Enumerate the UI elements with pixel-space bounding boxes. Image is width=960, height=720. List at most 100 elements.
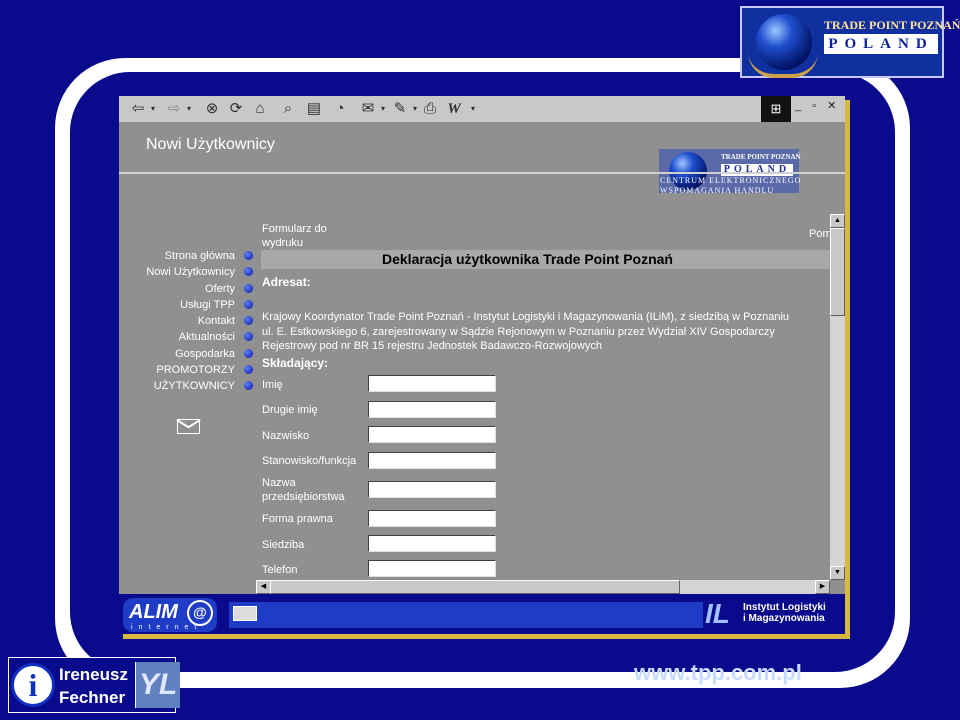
sidebar-item-label: UŻYTKOWNICY	[153, 380, 235, 393]
refresh-icon[interactable]: ⟳	[227, 100, 245, 118]
at-sign-icon: @	[187, 600, 213, 626]
field-label-nazwisko: Nazwisko	[262, 430, 310, 442]
header-logo-line1: TRADE POINT POZNAŃ	[721, 153, 801, 161]
bullet-icon	[244, 299, 253, 309]
page-header: Nowi Użytkownicy TRADE POINT POZNAŃ POLA…	[119, 122, 845, 193]
middle-name-input[interactable]	[368, 401, 496, 418]
address-line: ul. E. Estkowskiego 6, zarejestrowany w …	[262, 325, 775, 338]
scroll-right-icon[interactable]: ▶	[815, 580, 830, 594]
field-label-imie: Imię	[262, 379, 283, 391]
word-icon[interactable]: W	[445, 100, 463, 118]
header-subtitle-line1: CENTRUM ELEKTRONICZNEGO	[660, 176, 802, 185]
window-controls[interactable]: _ ▫ ✕	[795, 99, 840, 112]
envelope-icon[interactable]	[177, 419, 200, 434]
field-label-forma-prawna: Forma prawna	[262, 513, 333, 525]
bullet-icon	[244, 348, 253, 358]
position-input[interactable]	[368, 452, 496, 469]
back-dropdown-icon[interactable]: ▾	[149, 100, 157, 118]
sidebar-item-uslugi-tpp[interactable]: Usługi TPP	[119, 297, 253, 313]
sidebar-item-nowi-uzytkownicy[interactable]: Nowi Użytkownicy	[119, 264, 253, 280]
sidebar-item-kontakt[interactable]: Kontakt	[119, 313, 253, 329]
bullet-icon	[244, 251, 253, 260]
sidebar-item-aktualnosci[interactable]: Aktualności	[119, 329, 253, 345]
sidebar-item-label: Aktualności	[178, 331, 235, 344]
scroll-up-icon[interactable]: ▲	[830, 214, 845, 228]
edit-icon[interactable]: ✎	[391, 100, 409, 118]
horizontal-scroll-thumb[interactable]	[270, 580, 680, 594]
page-footer: ALIM @ internet IL Instytut Logistyki i …	[119, 594, 845, 634]
company-name-input[interactable]	[368, 481, 496, 498]
favorites-icon[interactable]: ▤	[305, 100, 323, 118]
browser-window: ⇦ ▾ ⇨ ▾ ⊗ ⟳ ⌂ ⌕ ▤ ◔ ✉ ▾ ✎ ▾ ⎙ W ▾ ⊞ _ ▫ …	[119, 96, 845, 634]
first-name-input[interactable]	[368, 375, 496, 392]
edit-dropdown-icon[interactable]: ▾	[411, 100, 419, 118]
word-dropdown-icon[interactable]: ▾	[469, 100, 477, 118]
header-subtitle-line2: WSPOMAGANIA HANDLU	[660, 186, 775, 195]
mail-icon[interactable]: ✉	[359, 100, 377, 118]
bullet-icon	[244, 381, 253, 391]
stop-icon[interactable]: ⊗	[203, 100, 221, 118]
field-label-telefon: Telefon	[262, 564, 298, 576]
sidebar-item-label: Usługi TPP	[180, 298, 235, 311]
header-logo-line2: POLAND	[721, 164, 793, 176]
print-icon[interactable]: ⎙	[421, 100, 439, 118]
sidebar-nav: Strona główna Nowi Użytkownicy Oferty Us…	[119, 248, 253, 395]
sidebar-item-uzytkownicy[interactable]: UŻYTKOWNICY	[119, 378, 253, 394]
ilim-line1: Instytut Logistyki	[743, 602, 826, 613]
sidebar-item-gospodarka[interactable]: Gospodarka	[119, 346, 253, 362]
ilim-logo[interactable]: IL Instytut Logistyki i Magazynowania	[703, 594, 845, 634]
field-label-line1: Nazwa	[262, 477, 296, 489]
back-icon[interactable]: ⇦	[129, 100, 147, 118]
browser-toolbar: ⇦ ▾ ⇨ ▾ ⊗ ⟳ ⌂ ⌕ ▤ ◔ ✉ ▾ ✎ ▾ ⎙ W ▾ ⊞ _ ▫ …	[119, 96, 845, 123]
header-divider	[119, 172, 845, 174]
forward-dropdown-icon[interactable]: ▾	[185, 100, 193, 118]
vertical-scroll-thumb[interactable]	[830, 228, 845, 316]
page-title: Nowi Użytkownicy	[146, 136, 275, 153]
bullet-icon	[244, 283, 253, 293]
ilim-mark-icon: IL	[705, 598, 730, 629]
vertical-scrollbar[interactable]: ▲ ▼	[830, 214, 845, 580]
history-icon[interactable]: ◔	[331, 100, 349, 118]
legal-form-input[interactable]	[368, 510, 496, 527]
window-shadow-right	[845, 100, 850, 638]
author-box: i Ireneusz Fechner YL	[8, 657, 180, 713]
author-name: Ireneusz Fechner	[59, 663, 128, 709]
print-link-line1: Formularz do	[262, 223, 327, 235]
mail-dropdown-icon[interactable]: ▾	[379, 100, 387, 118]
address-line: Krajowy Koordynator Trade Point Poznań -…	[262, 311, 790, 323]
horizontal-scrollbar[interactable]: ◀ ▶	[256, 580, 830, 594]
bullet-icon	[244, 267, 253, 277]
ilim-logo-text: Instytut Logistyki i Magazynowania	[743, 602, 826, 624]
print-link-line2: wydruku	[262, 237, 303, 249]
header-subtitle: CENTRUM ELEKTRONICZNEGO WSPOMAGANIA HAND…	[660, 176, 801, 196]
bullet-icon	[244, 316, 253, 326]
alim-logo-subtext: internet	[131, 624, 203, 631]
sidebar-item-oferty[interactable]: Oferty	[119, 281, 253, 297]
last-name-input[interactable]	[368, 426, 496, 443]
sidebar-item-promotorzy[interactable]: PROMOTORZY	[119, 362, 253, 378]
home-icon[interactable]: ⌂	[251, 100, 269, 118]
seat-input[interactable]	[368, 535, 496, 552]
address-line: Rejestrowy pod nr BR 15 rejestru Jednost…	[262, 340, 602, 352]
forward-icon[interactable]: ⇨	[165, 100, 183, 118]
sidebar-item-label: Strona główna	[164, 250, 235, 262]
phone-input[interactable]	[368, 560, 496, 577]
scroll-down-icon[interactable]: ▼	[830, 566, 845, 580]
submitter-label: Składający:	[262, 356, 329, 370]
footer-mail-icon[interactable]	[233, 606, 257, 621]
addressee-label: Adresat:	[262, 275, 311, 289]
addressee-text: Krajowy Koordynator Trade Point Poznań -…	[262, 310, 830, 354]
field-label-siedziba: Siedziba	[262, 539, 305, 551]
help-link[interactable]: Pom	[809, 228, 830, 240]
alim-logo-text: ALIM	[129, 601, 178, 623]
scroll-left-icon[interactable]: ◀	[256, 580, 271, 594]
sidebar-item-strona-glowna[interactable]: Strona główna	[119, 248, 253, 264]
alim-internet-logo[interactable]: ALIM @ internet	[123, 598, 217, 632]
tpp-logo-line2: POLAND	[824, 34, 938, 54]
author-first-name: Ireneusz	[59, 665, 128, 684]
print-form-link[interactable]: Formularz do wydruku	[262, 222, 327, 250]
footer-strip	[229, 602, 735, 628]
sidebar-item-label: PROMOTORZY	[156, 364, 235, 377]
site-url[interactable]: www.tpp.com.pl	[634, 660, 802, 686]
search-icon[interactable]: ⌕	[279, 100, 297, 118]
